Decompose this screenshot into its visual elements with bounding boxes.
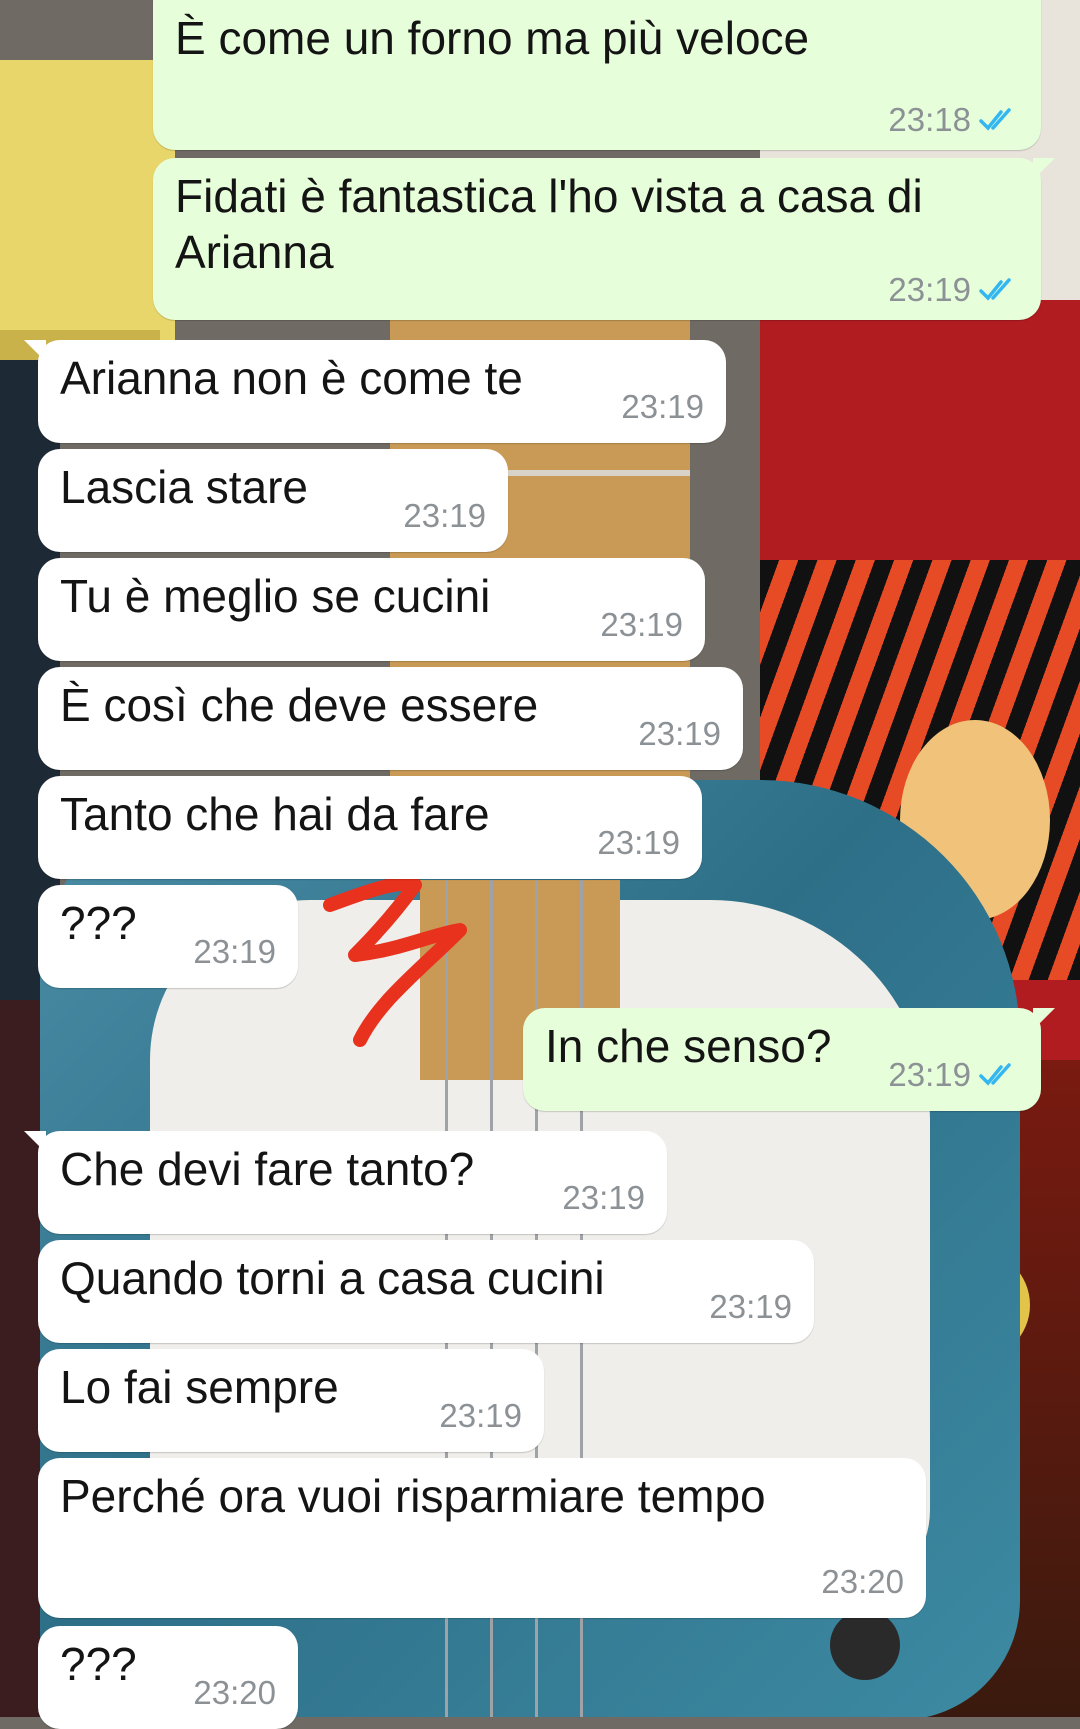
read-double-check-icon: [979, 278, 1011, 301]
message-text: Arianna non è come te: [60, 352, 523, 404]
guitar-knob: [830, 1610, 900, 1680]
message-meta: 23:19: [621, 387, 704, 427]
message-bubble-incoming[interactable]: Che devi fare tanto? 23:19: [24, 1131, 667, 1234]
message-text: È così che deve essere: [60, 679, 539, 731]
message-time: 23:19: [597, 824, 680, 861]
message-time: 23:19: [562, 1179, 645, 1216]
message-time: 23:19: [888, 271, 971, 308]
message-meta: 23:19: [888, 270, 1019, 310]
message-meta: 23:19: [888, 1055, 1019, 1095]
message-bubble-incoming[interactable]: È così che deve essere 23:19: [38, 667, 743, 770]
message-meta: 23:19: [562, 1178, 645, 1218]
message-bubble-incoming[interactable]: Perché ora vuoi risparmiare tempo 23:20: [38, 1458, 926, 1618]
message-time: 23:18: [888, 101, 971, 138]
read-double-check-icon: [979, 1063, 1011, 1086]
message-time: 23:19: [193, 933, 276, 970]
message-text: Tanto che hai da fare: [60, 788, 490, 840]
message-bubble-outgoing[interactable]: In che senso? 23:19: [523, 1008, 1055, 1111]
message-time: 23:19: [439, 1397, 522, 1434]
message-meta: 23:19: [638, 714, 721, 754]
message-bubble-incoming[interactable]: Tu è meglio se cucini 23:19: [38, 558, 705, 661]
message-time: 23:19: [600, 606, 683, 643]
message-meta: 23:19: [597, 823, 680, 863]
message-time: 23:19: [403, 497, 486, 534]
message-text: Perché ora vuoi risparmiare tempo: [60, 1470, 766, 1522]
poster-left: [0, 60, 175, 350]
message-time: 23:20: [821, 1563, 904, 1600]
message-bubble-incoming[interactable]: Lascia stare 23:19: [38, 449, 508, 552]
message-bubble-incoming[interactable]: Tanto che hai da fare 23:19: [38, 776, 702, 879]
message-time: 23:19: [638, 715, 721, 752]
message-time: 23:19: [621, 388, 704, 425]
message-time: 23:20: [193, 1674, 276, 1711]
message-text: Che devi fare tanto?: [60, 1143, 475, 1195]
message-meta: 23:18: [888, 100, 1019, 140]
message-text: È come un forno ma più veloce: [175, 12, 810, 64]
message-meta: 23:19: [193, 932, 276, 972]
message-bubble-outgoing[interactable]: È come un forno ma più veloce 23:18: [153, 0, 1041, 150]
message-bubble-incoming[interactable]: Quando torni a casa cucini 23:19: [38, 1240, 814, 1343]
message-bubble-outgoing[interactable]: Fidati è fantastica l'ho vista a casa di…: [153, 158, 1055, 320]
message-time: 23:19: [888, 1056, 971, 1093]
message-text: Tu è meglio se cucini: [60, 570, 491, 622]
message-meta: 23:19: [439, 1396, 522, 1436]
message-bubble-incoming[interactable]: ??? 23:20: [38, 1626, 298, 1729]
message-meta: 23:19: [403, 496, 486, 536]
message-meta: 23:19: [709, 1287, 792, 1327]
red-doodle-arrow: [323, 876, 467, 1047]
message-bubble-incoming[interactable]: Lo fai sempre 23:19: [38, 1349, 544, 1452]
message-bubble-incoming[interactable]: ??? 23:19: [38, 885, 298, 988]
message-text: Fidati è fantastica l'ho vista a casa di…: [175, 170, 923, 278]
message-meta: 23:20: [193, 1673, 276, 1713]
message-meta: 23:19: [600, 605, 683, 645]
message-bubble-incoming[interactable]: Arianna non è come te 23:19: [24, 340, 726, 443]
read-double-check-icon: [979, 108, 1011, 131]
message-text: Quando torni a casa cucini: [60, 1252, 605, 1304]
message-meta: 23:20: [821, 1562, 904, 1602]
message-time: 23:19: [709, 1288, 792, 1325]
